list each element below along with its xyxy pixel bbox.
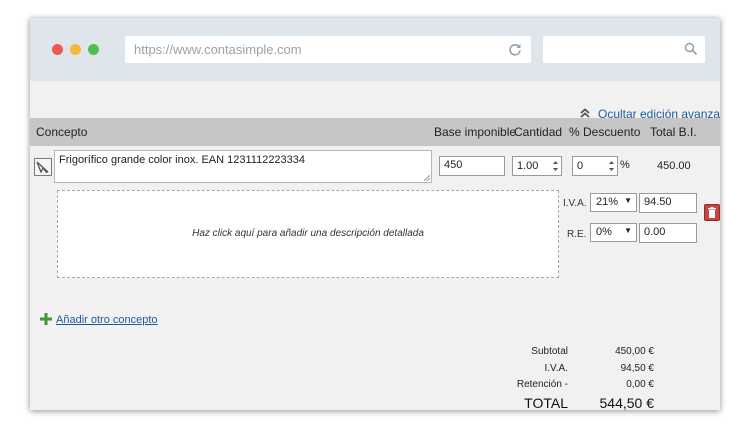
base-input[interactable]: 450 [439, 156, 505, 176]
re-rate-select[interactable]: 0% ▼ [590, 223, 637, 242]
table-header: Concepto Base imponible Cantidad % Descu… [30, 118, 720, 146]
address-bar[interactable]: https://www.contasimple.com [125, 36, 531, 63]
re-label: R.E. [567, 229, 587, 240]
retention-label: Retención - [516, 379, 568, 390]
browser-toolbar: https://www.contasimple.com [30, 18, 720, 81]
re-amount-input[interactable]: 0.00 [639, 223, 697, 243]
iva-total-value: 94,50 € [620, 363, 654, 374]
discount-value: 0 [577, 160, 584, 172]
add-concept-link[interactable]: Añadir otro concepto [56, 314, 158, 326]
dropdown-caret-icon: ▼ [624, 226, 632, 235]
iva-total-label: I.V.A. [544, 363, 568, 374]
quantity-value: 1.00 [517, 160, 539, 172]
discount-unit: % [620, 159, 630, 171]
search-icon[interactable] [684, 42, 698, 56]
header-concept: Concepto [36, 125, 88, 139]
delete-line-button[interactable] [704, 204, 720, 221]
base-value: 450 [444, 159, 463, 171]
total-label: TOTAL [524, 395, 568, 410]
stepper-arrows-icon[interactable] [608, 159, 615, 173]
maximize-window-button[interactable] [88, 44, 99, 55]
re-rate-value: 0% [596, 226, 612, 238]
total-value: 544,50 € [599, 395, 655, 410]
address-text: https://www.contasimple.com [134, 42, 302, 57]
header-base: Base imponible [434, 125, 517, 139]
header-quantity: Cantidad [514, 125, 563, 139]
subtotal-value: 450,00 € [615, 346, 654, 357]
stepper-arrows-icon[interactable] [552, 159, 559, 173]
description-placeholder: Haz click aquí para añadir una descripci… [192, 228, 424, 239]
close-window-button[interactable] [52, 44, 63, 55]
iva-rate-select[interactable]: 21% ▼ [590, 193, 637, 212]
iva-amount-input[interactable]: 94.50 [639, 193, 697, 213]
header-total: Total B.I. [650, 125, 697, 139]
iva-amount-value: 94.50 [644, 196, 672, 208]
cursor-select-icon [36, 161, 49, 174]
iva-label: I.V.A. [563, 198, 587, 209]
minimize-window-button[interactable] [70, 44, 81, 55]
reload-icon[interactable] [507, 41, 523, 57]
header-discount: % Descuento [569, 125, 641, 139]
select-product-button[interactable] [34, 158, 52, 176]
line-total: 450.00 [657, 160, 691, 172]
subtotal-label: Subtotal [531, 346, 568, 357]
iva-rate-value: 21% [596, 196, 619, 208]
concept-value: Frigorífico grande color inox. EAN 12311… [59, 154, 306, 166]
plus-icon[interactable] [40, 313, 52, 325]
browser-search-box[interactable] [543, 36, 705, 63]
re-amount-value: 0.00 [644, 226, 666, 238]
resize-grip-icon[interactable] [424, 175, 430, 181]
browser-window: https://www.contasimple.com Ocultar edic… [30, 18, 720, 410]
trash-icon [708, 207, 716, 218]
dropdown-caret-icon: ▼ [624, 196, 632, 205]
concept-input[interactable]: Frigorífico grande color inox. EAN 12311… [54, 150, 432, 183]
retention-value: 0,00 € [626, 379, 654, 390]
detailed-description-area[interactable]: Haz click aquí para añadir una descripci… [57, 190, 559, 278]
quantity-stepper[interactable]: 1.00 [512, 156, 562, 176]
discount-stepper[interactable]: 0 [572, 156, 618, 176]
